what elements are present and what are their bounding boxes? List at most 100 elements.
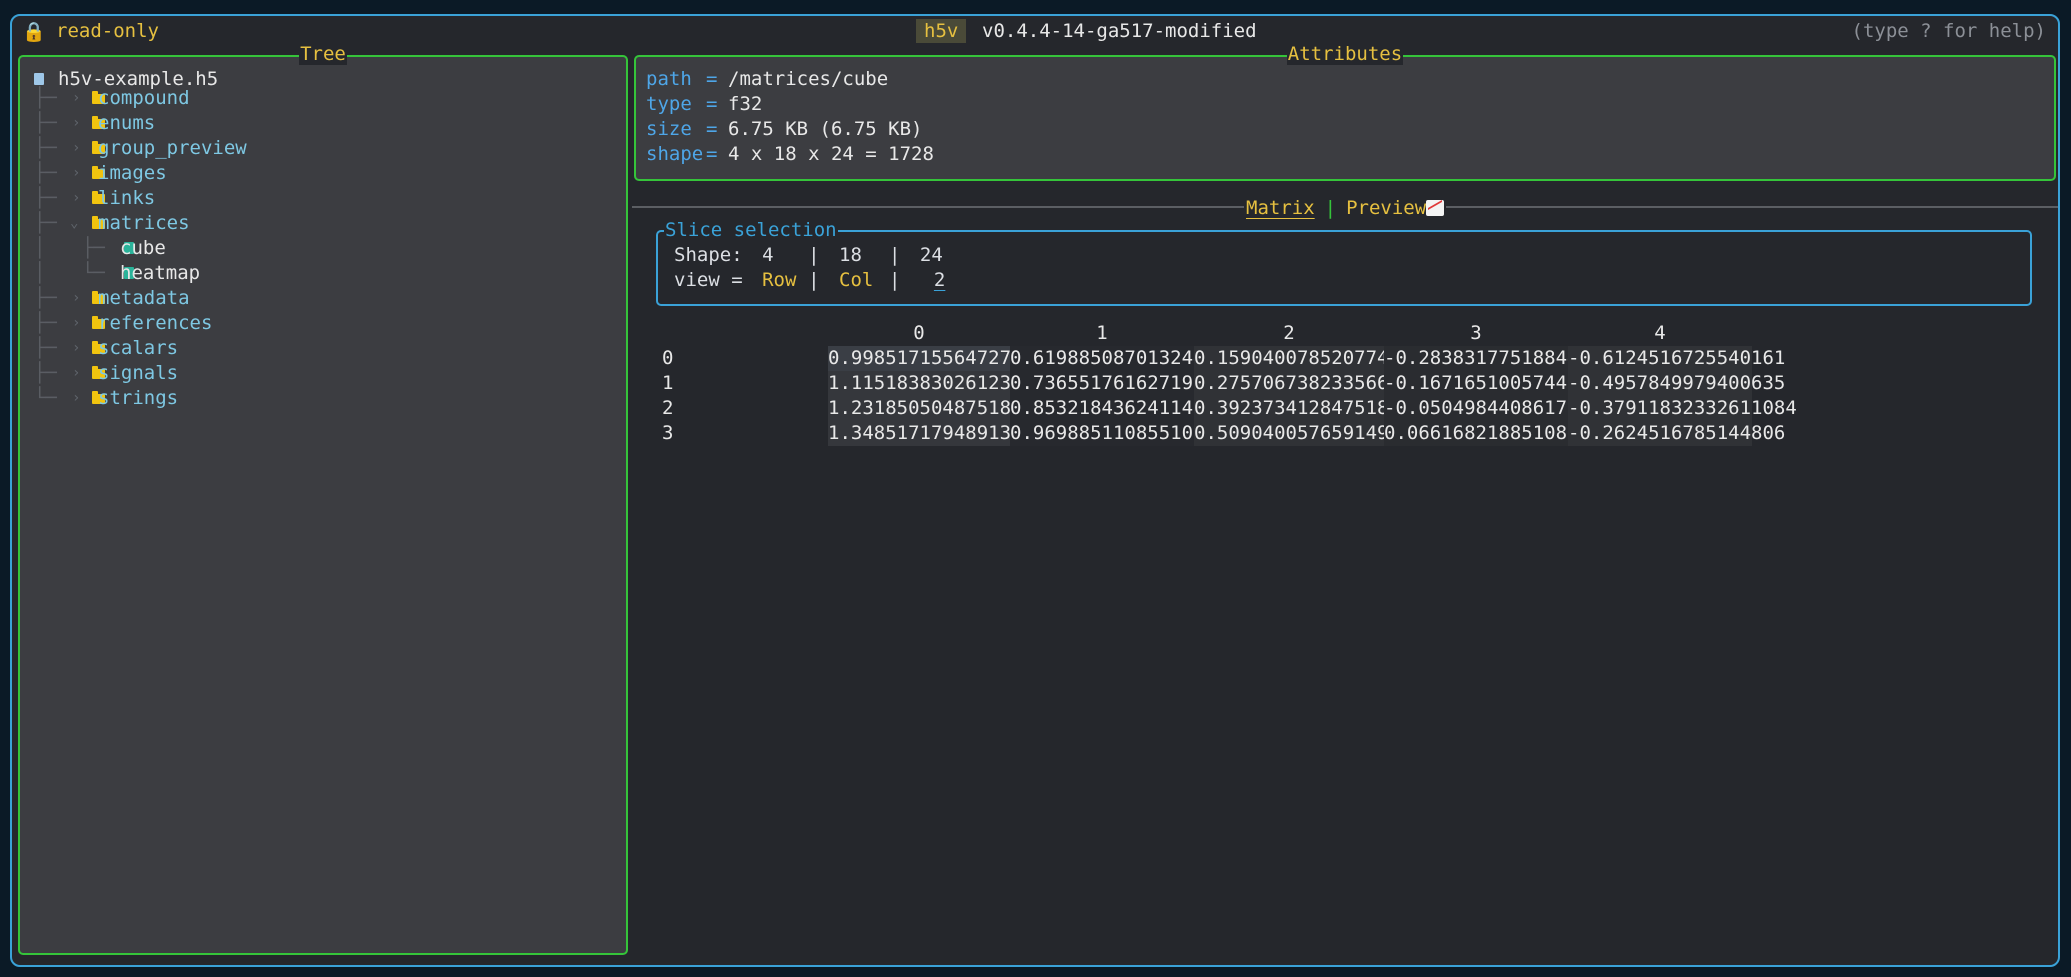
attributes-panel: Attributes path =/matrices/cube type = f32 … (634, 43, 2056, 181)
attr-value: 4 x 18 x 24 = 1728 (728, 143, 934, 165)
table-cell[interactable]: 0.9985171556472778 (828, 346, 1034, 371)
column-header: 3 (1470, 322, 1482, 344)
attr-eq: = (706, 93, 718, 115)
tree-node-label: links (98, 187, 156, 209)
chevron-right-icon: › (72, 340, 81, 356)
row-index: 3 (662, 422, 674, 444)
tree-node-label: signals (98, 362, 179, 384)
table-cell[interactable]: 0.5090400576591492 (1194, 421, 1400, 446)
table-cell[interactable]: 0.06616821885108948 (1384, 421, 1601, 446)
h5v-window: 🔒 read-only h5v v0.4.4-14-ga517-modified… (10, 14, 2060, 967)
chevron-right-icon: › (72, 315, 81, 331)
table-cell[interactable]: 1.1151838302612305 (828, 371, 1034, 396)
attr-eq: = (706, 118, 718, 140)
chevron-right-icon: › (72, 390, 81, 406)
shape-sep: | (889, 244, 901, 266)
tree-title: Tree (299, 43, 347, 65)
attr-key: type (646, 93, 692, 115)
attributes-title: Attributes (1286, 43, 1404, 65)
table-cell[interactable]: 1.231850504875183 (828, 396, 1022, 421)
row-index: 2 (662, 397, 674, 419)
tab-separator: | (1324, 197, 1337, 219)
table-cell[interactable]: -0.28383177518844604 (1384, 346, 1613, 371)
tree-node-label: references (98, 312, 213, 334)
chevron-right-icon: › (72, 190, 81, 206)
column-header: 4 (1654, 322, 1666, 344)
chevron-right-icon: › (72, 140, 81, 156)
view-col-selector[interactable]: Col (831, 268, 889, 292)
top-bar: 🔒 read-only h5v v0.4.4-14-ga517-modified… (12, 16, 2058, 46)
tree-node-label: metadata (98, 287, 190, 309)
attr-row-path: path = /matrices/cube (646, 67, 888, 92)
tree-node-label: cube (120, 237, 166, 259)
tree-node-label: group_preview (98, 137, 247, 159)
attr-eq: = (706, 68, 718, 90)
table-cell[interactable]: 0.2757067382335663 (1194, 371, 1400, 396)
view-row-selector[interactable]: Row (754, 268, 808, 292)
help-hint: (type ? for help) (1851, 20, 2046, 42)
attr-row-size: size = 6.75 KB (6.75 KB) (646, 117, 922, 142)
table-cell[interactable]: -0.6124516725540161 (1568, 346, 1785, 371)
table-cell[interactable]: 0.7365517616271973 (1010, 371, 1216, 396)
chart-icon (1426, 200, 1445, 216)
chevron-right-icon: › (72, 90, 81, 106)
mode-indicator: read-only (56, 20, 159, 42)
row-index: 1 (662, 372, 674, 394)
view-sep: | (889, 269, 901, 291)
table-cell[interactable]: -0.2624516785144806 (1568, 421, 1785, 446)
table-cell[interactable]: -0.4957849979400635 (1568, 371, 1785, 396)
row-index: 0 (662, 347, 674, 369)
tab-preview[interactable]: Preview (1346, 197, 1426, 219)
attr-eq: = (706, 143, 718, 165)
chevron-down-icon: ⌄ (70, 215, 79, 231)
attr-key: size (646, 118, 692, 140)
lock-icon: 🔒 (22, 21, 46, 43)
attr-row-type: type = f32 (646, 92, 762, 117)
attr-key: shape (646, 143, 704, 165)
column-header: 1 (1096, 322, 1108, 344)
slice-title: Slice selection (664, 219, 838, 241)
chevron-right-icon: › (72, 115, 81, 131)
tree-node-label: enums (98, 112, 156, 134)
attr-value: 6.75 KB (6.75 KB) (728, 118, 923, 140)
tab-matrix[interactable]: Matrix (1246, 197, 1315, 219)
table-cell[interactable]: -0.050498440861701965 (1384, 396, 1624, 421)
view-sep: | (808, 269, 820, 291)
tree-panel[interactable]: Tree h5v-example.h5 ├─ › compound ├─ › enu… (18, 43, 628, 955)
attr-value: /matrices/cube (728, 68, 889, 90)
view-label: view = (674, 269, 743, 291)
app-name: h5v (916, 19, 967, 43)
column-header: 2 (1283, 322, 1295, 344)
slice-selection-box: Slice selection Shape: 4 | 18 | 24 view = … (656, 219, 2032, 306)
tree-node-label: images (98, 162, 167, 184)
shape-dim-1: 18 (839, 244, 862, 266)
table-cell[interactable]: 0.8532184362411499 (1010, 396, 1216, 421)
app-version: v0.4.4-14-ga517-modified (982, 20, 1257, 42)
table-cell[interactable]: 0.15904007852077484 (1194, 346, 1411, 371)
attr-value: f32 (728, 93, 763, 115)
shape-dim-2: 24 (919, 244, 943, 266)
tree-node-label: matrices (98, 212, 190, 234)
shape-label: Shape: (674, 244, 743, 266)
table-cell[interactable]: -0.37911832332611084 (1568, 396, 1797, 421)
slice-index-input[interactable]: 2 (912, 269, 945, 291)
shape-dim-0: 4 (762, 244, 774, 266)
shape-sep: | (808, 244, 820, 266)
table-cell[interactable]: 0.9698851108551025 (1010, 421, 1216, 446)
attr-row-shape: shape = 4 x 18 x 24 = 1728 (646, 142, 934, 167)
chevron-right-icon: › (72, 365, 81, 381)
table-cell[interactable]: 0.3923734128475189 (1194, 396, 1400, 421)
chevron-right-icon: › (72, 165, 81, 181)
file-icon (34, 73, 44, 85)
slice-view-row: view = Row | Col | 2 (674, 268, 945, 292)
tree-node-label: heatmap (120, 262, 201, 284)
chevron-right-icon: › (72, 290, 81, 306)
tree-node-label: compound (98, 87, 190, 109)
table-cell[interactable]: 0.6198850870132446 (1010, 346, 1216, 371)
table-cell[interactable]: 1.3485171794891357 (828, 421, 1034, 446)
tree-node-label: strings (98, 387, 179, 409)
tree-node-label: scalars (98, 337, 179, 359)
table-cell[interactable]: -0.1671651005744934 (1384, 371, 1601, 396)
view-tabs: Matrix | Preview (1244, 196, 1447, 220)
attr-key: path (646, 68, 692, 90)
